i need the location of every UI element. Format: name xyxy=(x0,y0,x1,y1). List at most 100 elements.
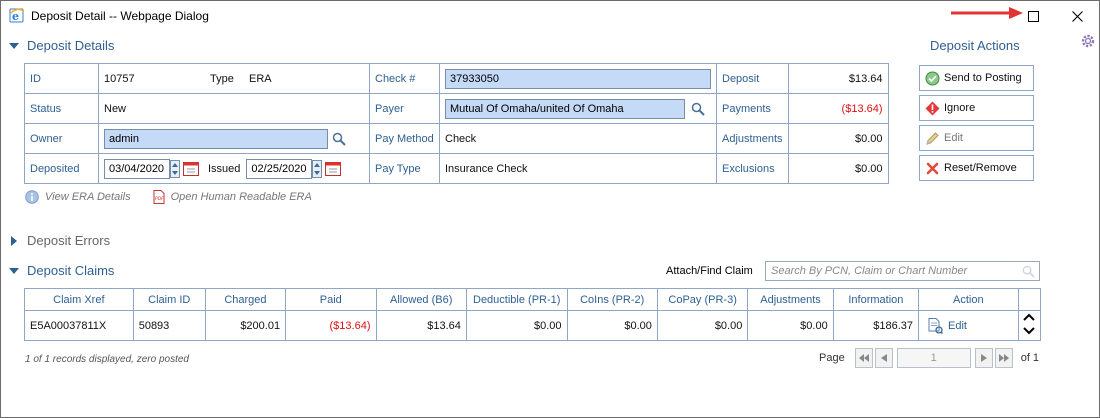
owner-input[interactable]: admin xyxy=(104,128,328,149)
table-row: E5A00037811X 50893 $200.01 ($13.64) $13.… xyxy=(24,310,1042,341)
allowed-cell: $13.64 xyxy=(375,310,467,341)
info-icon xyxy=(25,190,39,204)
reset-remove-button[interactable]: Reset/Remove xyxy=(919,155,1034,181)
records-note: 1 of 1 records displayed, zero posted xyxy=(25,354,189,365)
view-era-details-link[interactable]: View ERA Details xyxy=(45,191,131,203)
ignore-label: Ignore xyxy=(944,102,976,114)
svg-text:PDF: PDF xyxy=(155,196,164,202)
row-scroll-cell xyxy=(1017,310,1042,341)
edit-button[interactable]: Edit xyxy=(919,125,1034,151)
first-page-button[interactable] xyxy=(854,348,873,368)
check-circle-icon xyxy=(925,71,939,85)
scroll-column-header xyxy=(1017,288,1042,311)
id-value: 10757 xyxy=(104,72,135,85)
browser-icon: e xyxy=(9,8,25,23)
send-to-posting-label: Send to Posting xyxy=(944,72,1022,84)
column-header[interactable]: CoIns (PR-2) xyxy=(566,288,658,311)
check-label: Check # xyxy=(369,63,440,94)
window-title: Deposit Detail -- Webpage Dialog xyxy=(31,9,209,23)
type-label: Type xyxy=(210,72,234,85)
information-cell: $186.37 xyxy=(832,310,920,341)
exclusions-label: Exclusions xyxy=(716,153,789,184)
previous-page-button[interactable] xyxy=(874,348,893,368)
calendar-icon[interactable] xyxy=(325,161,342,176)
payments-value: ($13.64) xyxy=(787,93,889,124)
era-links: View ERA Details PDF Open Human Readable… xyxy=(25,190,334,204)
column-header[interactable]: Allowed (B6) xyxy=(375,288,467,311)
claim-search-input[interactable]: Search By PCN, Claim or Chart Number xyxy=(765,261,1040,281)
claims-header-row: Claim Xref Claim ID Charged Paid Allowed… xyxy=(24,288,1042,311)
next-page-icon xyxy=(980,354,987,362)
column-header[interactable]: Information xyxy=(832,288,920,311)
ignore-button[interactable]: Ignore xyxy=(919,95,1034,121)
search-icon[interactable] xyxy=(691,102,705,116)
last-page-button[interactable] xyxy=(994,348,1013,368)
column-header[interactable]: Action xyxy=(918,288,1019,311)
status-value: New xyxy=(98,93,370,124)
status-label: Status xyxy=(24,93,99,124)
pay-method-value: Check xyxy=(439,123,717,154)
calendar-icon[interactable] xyxy=(183,161,199,176)
column-header[interactable]: Charged xyxy=(204,288,287,311)
payer-input[interactable]: Mutual Of Omaha/united Of Omaha xyxy=(445,98,685,119)
pager: Page 1 of 1 xyxy=(819,348,1039,368)
column-header[interactable]: Deductible (PR-1) xyxy=(465,288,568,311)
deposit-errors-toggle[interactable]: Deposit Errors xyxy=(9,233,110,248)
search-icon[interactable] xyxy=(332,132,346,146)
date-spinner-icon[interactable] xyxy=(170,159,180,178)
payer-label: Payer xyxy=(369,93,440,124)
deposit-value: $13.64 xyxy=(787,63,889,94)
issued-date-input[interactable]: 02/25/2020 xyxy=(246,158,313,179)
column-header[interactable]: CoPay (PR-3) xyxy=(656,288,749,311)
adjustments-cell: $0.00 xyxy=(747,310,834,341)
pencil-icon xyxy=(925,131,939,145)
x-mark-icon xyxy=(926,162,938,174)
claims-table: Claim Xref Claim ID Charged Paid Allowed… xyxy=(24,288,1042,341)
charged-cell: $200.01 xyxy=(204,310,287,341)
adjustments-value: $0.00 xyxy=(787,123,889,154)
page-count-label: of 1 xyxy=(1020,352,1040,364)
deposited-label: Deposited xyxy=(24,153,99,184)
deposit-details-heading: Deposit Details xyxy=(27,38,115,53)
coins-cell: $0.00 xyxy=(566,310,658,341)
reset-remove-label: Reset/Remove xyxy=(944,162,1017,174)
check-number-input[interactable]: 37933050 xyxy=(445,68,711,89)
pay-type-value: Insurance Check xyxy=(439,153,717,184)
close-icon xyxy=(1071,10,1083,22)
deposit-claims-toggle[interactable]: Deposit Claims xyxy=(9,263,114,278)
page-number-input[interactable]: 1 xyxy=(896,348,971,368)
column-header[interactable]: Claim ID xyxy=(132,288,206,311)
exclusions-value: $0.00 xyxy=(787,153,889,184)
type-value: ERA xyxy=(249,72,272,85)
dialog-window: e Deposit Detail -- Webpage Dialog Depos… xyxy=(0,0,1100,418)
open-human-readable-era-link[interactable]: Open Human Readable ERA xyxy=(171,191,312,203)
claim-id-cell: 50893 xyxy=(132,310,206,341)
title-bar: e Deposit Detail -- Webpage Dialog xyxy=(1,1,1099,31)
edit-claim-action[interactable]: Edit xyxy=(924,317,1013,334)
date-spinner-icon[interactable] xyxy=(312,159,323,178)
pay-type-label: Pay Type xyxy=(369,153,440,184)
column-header[interactable]: Paid xyxy=(285,288,377,311)
last-page-icon xyxy=(998,354,1009,362)
chevron-right-icon xyxy=(11,235,17,246)
edit-claim-label: Edit xyxy=(948,319,967,332)
maximize-icon xyxy=(1027,10,1039,22)
deposit-label: Deposit xyxy=(716,63,789,94)
close-button[interactable] xyxy=(1054,3,1100,29)
maximize-button[interactable] xyxy=(1010,3,1056,29)
send-to-posting-button[interactable]: Send to Posting xyxy=(919,65,1034,91)
first-page-icon xyxy=(858,354,869,362)
next-page-button[interactable] xyxy=(974,348,993,368)
chevron-down-icon xyxy=(9,267,19,274)
deposited-date-input[interactable]: 03/04/2020 xyxy=(104,158,170,179)
paid-cell: ($13.64) xyxy=(285,310,377,341)
adjustments-label: Adjustments xyxy=(716,123,789,154)
scroll-arrows-icon[interactable] xyxy=(1019,311,1039,337)
deposit-details-toggle[interactable]: Deposit Details xyxy=(9,38,114,53)
column-header[interactable]: Claim Xref xyxy=(24,288,134,311)
gear-icon[interactable] xyxy=(1079,32,1097,50)
warning-diamond-icon xyxy=(925,101,939,115)
previous-page-icon xyxy=(880,354,887,362)
pdf-icon: PDF xyxy=(153,190,165,204)
column-header[interactable]: Adjustments xyxy=(747,288,834,311)
